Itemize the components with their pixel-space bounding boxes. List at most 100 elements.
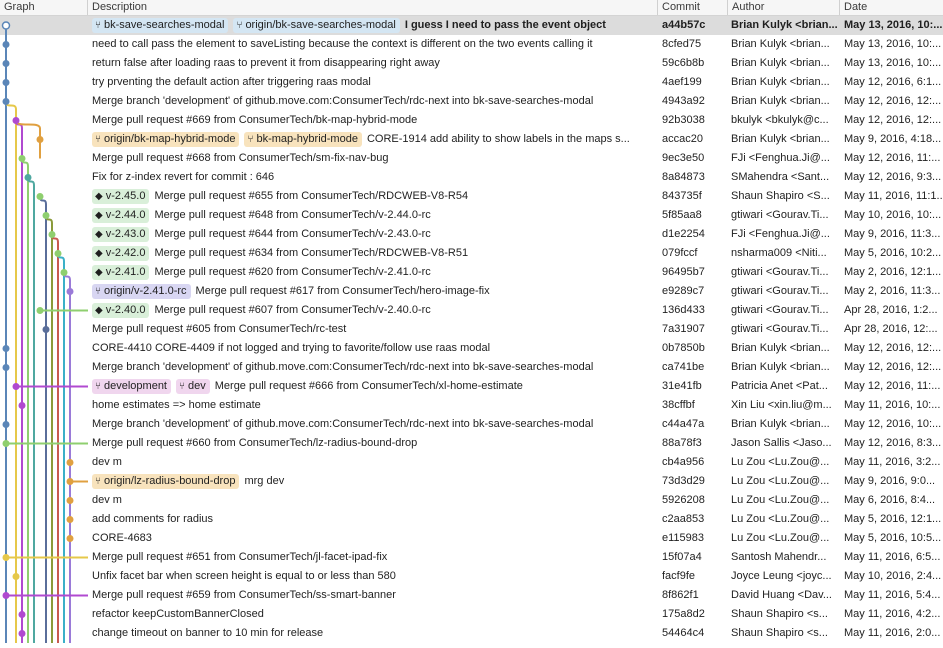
commit-row[interactable]: ⑂ origin/lz-radius-bound-drop mrg dev 73d3d…	[0, 472, 943, 491]
column-header-graph[interactable]: Graph	[0, 0, 88, 15]
commit-node[interactable]	[2, 41, 10, 48]
commit-row[interactable]: need to call pass the element to saveLis…	[0, 35, 943, 54]
commit-row[interactable]: refactor keepCustomBannerClosed 175a8d2 Sh…	[0, 605, 943, 624]
commit-node[interactable]	[60, 269, 68, 276]
commit-node[interactable]	[2, 79, 10, 86]
commit-row[interactable]: ◆ v-2.40.0 Merge pull request #607 from Co…	[0, 301, 943, 320]
commit-row[interactable]: Merge branch 'development' of github.mov…	[0, 92, 943, 111]
commit-row[interactable]: ◆ v-2.42.0 Merge pull request #634 from Co…	[0, 244, 943, 263]
commit-date: May 10, 2016, 2:4...	[844, 570, 942, 582]
commit-node[interactable]	[2, 364, 10, 371]
commit-date: May 12, 2016, 9:3...	[844, 171, 942, 183]
commit-node[interactable]	[18, 155, 26, 162]
commit-row[interactable]: dev m cb4a956 Lu Zou <Lu.Zou@... May 11, 20…	[0, 453, 943, 472]
branch-badge[interactable]: ⑂ bk-map-hybrid-mode	[244, 132, 362, 147]
tag-badge[interactable]: ◆ v-2.41.0	[92, 265, 150, 280]
commit-row[interactable]: Fix for z-index revert for commit : 646 8…	[0, 168, 943, 187]
tag-badge[interactable]: ◆ v-2.42.0	[92, 246, 150, 261]
commit-row[interactable]: Merge pull request #659 from ConsumerTec…	[0, 586, 943, 605]
commit-author: Brian Kulyk <brian...	[731, 418, 830, 430]
commit-node[interactable]	[2, 592, 10, 599]
commit-date: May 11, 2016, 4:2...	[844, 608, 941, 620]
commit-row[interactable]: ⑂ development ⑂ dev Merge pull request #666 …	[0, 377, 943, 396]
commit-node[interactable]	[18, 402, 26, 409]
commit-node[interactable]	[42, 212, 50, 219]
branch-badge[interactable]: ⑂ origin/v-2.41.0-rc	[92, 284, 191, 299]
commit-row[interactable]: change timeout on banner to 10 min for r…	[0, 624, 943, 643]
ref-label: origin/bk-map-hybrid-mode	[104, 133, 236, 145]
commit-row[interactable]: ◆ v-2.44.0 Merge pull request #648 from Co…	[0, 206, 943, 225]
commit-row[interactable]: Merge pull request #651 from ConsumerTec…	[0, 548, 943, 567]
branch-badge[interactable]: ⑂ origin/lz-radius-bound-drop	[92, 474, 240, 489]
commit-node[interactable]	[2, 98, 10, 105]
commit-node[interactable]	[2, 440, 10, 447]
commit-row[interactable]: Merge pull request #605 from ConsumerTec…	[0, 320, 943, 339]
commit-row[interactable]: ◆ v-2.45.0 Merge pull request #655 from Co…	[0, 187, 943, 206]
commit-row[interactable]: ◆ v-2.41.0 Merge pull request #620 from Co…	[0, 263, 943, 282]
commit-row[interactable]: ⑂ bk-save-searches-modal ⑂ origin/bk-save-s…	[0, 16, 943, 35]
commit-description: Unfix facet bar when screen height is eq…	[92, 567, 656, 586]
commit-date: May 13, 2016, 10:...	[844, 19, 943, 31]
commit-row[interactable]: Merge branch 'development' of github.mov…	[0, 358, 943, 377]
tag-badge[interactable]: ◆ v-2.40.0	[92, 303, 150, 318]
commit-node[interactable]	[48, 231, 56, 238]
tag-badge[interactable]: ◆ v-2.43.0	[92, 227, 150, 242]
commit-node[interactable]	[66, 497, 74, 504]
commit-node[interactable]	[12, 573, 20, 580]
commit-node[interactable]	[66, 478, 74, 485]
column-header-date[interactable]: Date	[840, 0, 943, 15]
commit-row[interactable]: Merge branch 'development' of github.mov…	[0, 415, 943, 434]
column-header-description[interactable]: Description	[88, 0, 658, 15]
commit-date: May 10, 2016, 10:...	[844, 209, 942, 221]
commit-node[interactable]	[2, 421, 10, 428]
commit-node[interactable]	[36, 193, 44, 200]
commit-author: gtiwari <Gourav.Ti...	[731, 323, 829, 335]
commit-node[interactable]	[2, 554, 10, 561]
commit-hash: 8a84873	[662, 171, 705, 183]
commit-node[interactable]	[2, 345, 10, 352]
commit-node[interactable]	[18, 611, 26, 618]
commit-node[interactable]	[54, 250, 62, 257]
commit-row[interactable]: home estimates => home estimate 38cffbf Xi…	[0, 396, 943, 415]
commit-row[interactable]: Unfix facet bar when screen height is eq…	[0, 567, 943, 586]
branch-badge[interactable]: ⑂ origin/bk-map-hybrid-mode	[92, 132, 240, 147]
commit-date: May 5, 2016, 12:1...	[844, 513, 942, 525]
commit-row[interactable]: return false after loading raas to preve…	[0, 54, 943, 73]
branch-badge[interactable]: ⑂ origin/bk-save-searches-modal	[233, 18, 400, 33]
commit-row[interactable]: ⑂ origin/bk-map-hybrid-mode ⑂ bk-map-hybrid…	[0, 130, 943, 149]
commit-node[interactable]	[36, 136, 44, 143]
commit-row[interactable]: CORE-4683 e115983 Lu Zou <Lu.Zou@... May 5,…	[0, 529, 943, 548]
commit-node[interactable]	[42, 326, 50, 333]
branch-badge[interactable]: ⑂ bk-save-searches-modal	[92, 18, 229, 33]
commit-date: May 11, 2016, 3:2...	[844, 456, 941, 468]
commit-row[interactable]: ◆ v-2.43.0 Merge pull request #644 from Co…	[0, 225, 943, 244]
commit-row[interactable]: ⑂ origin/v-2.41.0-rc Merge pull request #6…	[0, 282, 943, 301]
commit-row[interactable]: CORE-4410 CORE-4409 if not logged and tr…	[0, 339, 943, 358]
tag-badge[interactable]: ◆ v-2.44.0	[92, 208, 150, 223]
branch-badge[interactable]: ⑂ development	[92, 379, 171, 394]
commit-node[interactable]	[66, 459, 74, 466]
commit-node[interactable]	[36, 307, 44, 314]
branch-badge[interactable]: ⑂ dev	[176, 379, 210, 394]
column-header-author[interactable]: Author	[728, 0, 840, 15]
commit-node[interactable]	[66, 535, 74, 542]
column-header-commit[interactable]: Commit	[658, 0, 728, 15]
commit-node[interactable]	[1, 21, 11, 30]
commit-node[interactable]	[12, 383, 20, 390]
commit-node[interactable]	[2, 60, 10, 67]
tag-badge[interactable]: ◆ v-2.45.0	[92, 189, 150, 204]
commit-description: ◆ v-2.44.0 Merge pull request #648 from Co…	[92, 206, 656, 225]
commit-node[interactable]	[66, 516, 74, 523]
commit-row[interactable]: dev m 5926208 Lu Zou <Lu.Zou@... May 6, 201…	[0, 491, 943, 510]
commit-row[interactable]: Merge pull request #660 from ConsumerTec…	[0, 434, 943, 453]
commit-row[interactable]: Merge pull request #669 from ConsumerTec…	[0, 111, 943, 130]
commit-row[interactable]: try prventing the default action after t…	[0, 73, 943, 92]
commit-description: ⑂ origin/v-2.41.0-rc Merge pull request #6…	[92, 282, 656, 301]
commit-row[interactable]: add comments for radius c2aa853 Lu Zou <Lu…	[0, 510, 943, 529]
commit-node[interactable]	[66, 288, 74, 295]
commit-node[interactable]	[12, 117, 20, 124]
commit-row[interactable]: Merge pull request #668 from ConsumerTec…	[0, 149, 943, 168]
commit-node[interactable]	[24, 174, 32, 181]
commit-node[interactable]	[18, 630, 26, 637]
commit-description: Merge branch 'development' of github.mov…	[92, 92, 656, 111]
